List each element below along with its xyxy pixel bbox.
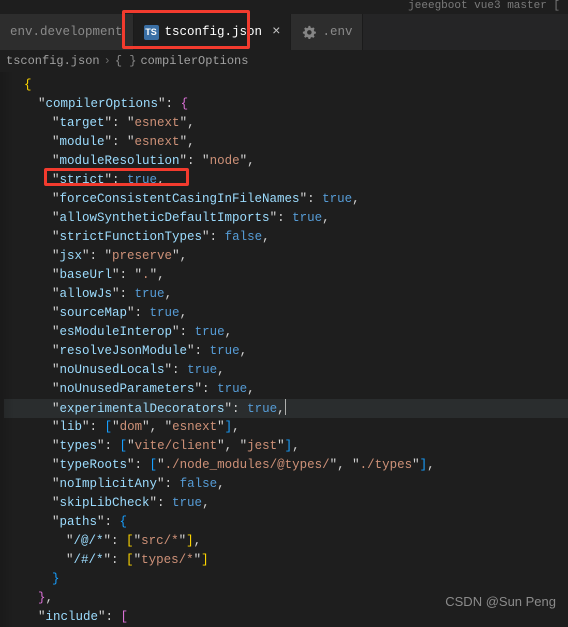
key-path-at: /@/*	[74, 534, 104, 548]
text-cursor	[285, 399, 286, 415]
tab-label: .env	[322, 25, 352, 39]
tab-label: env.development	[10, 25, 123, 39]
tab-env-development[interactable]: env.development	[0, 14, 134, 50]
key-paths: paths	[60, 515, 98, 529]
key-include: include	[46, 610, 99, 624]
key-types: types	[60, 439, 98, 453]
tab-env[interactable]: .env	[291, 14, 363, 50]
key-skipLibCheck: skipLibCheck	[60, 496, 150, 510]
key-jsx: jsx	[60, 249, 83, 263]
gear-icon	[301, 25, 316, 40]
tab-bar: env.development TS tsconfig.json × .env	[0, 14, 568, 50]
key-sourceMap: sourceMap	[60, 306, 128, 320]
breadcrumb-file: tsconfig.json	[6, 54, 100, 68]
key-module: module	[60, 135, 105, 149]
title-bar: jeeegboot vue3 master [	[0, 0, 568, 14]
tab-tsconfig[interactable]: TS tsconfig.json ×	[134, 14, 292, 50]
key-esModuleInterop: esModuleInterop	[60, 325, 173, 339]
key-experimentalDecorators: experimentalDecorators	[60, 402, 225, 416]
breadcrumb-section: compilerOptions	[140, 54, 248, 68]
key-allowSyntheticDefaultImports: allowSyntheticDefaultImports	[60, 211, 270, 225]
key-moduleResolution: moduleResolution	[60, 154, 180, 168]
chevron-right-icon: ›	[104, 54, 111, 68]
key-path-hash: /#/*	[74, 553, 104, 567]
key-strict: strict	[60, 173, 105, 187]
key-typeRoots: typeRoots	[60, 458, 128, 472]
key-compilerOptions: compilerOptions	[46, 97, 159, 111]
key-allowJs: allowJs	[60, 287, 113, 301]
key-noUnusedLocals: noUnusedLocals	[60, 363, 165, 377]
key-forceConsistentCasing: forceConsistentCasingInFileNames	[60, 192, 300, 206]
key-resolveJsonModule: resolveJsonModule	[60, 344, 188, 358]
close-icon[interactable]: ×	[272, 25, 280, 39]
watermark: CSDN @Sun Peng	[445, 594, 556, 609]
key-target: target	[60, 116, 105, 130]
key-noUnusedParameters: noUnusedParameters	[60, 382, 195, 396]
typescript-icon: TS	[144, 25, 159, 40]
key-noImplicitAny: noImplicitAny	[60, 477, 158, 491]
tab-label: tsconfig.json	[165, 25, 263, 39]
key-baseUrl: baseUrl	[60, 268, 113, 282]
key-strictFunctionTypes: strictFunctionTypes	[60, 230, 203, 244]
breadcrumb[interactable]: tsconfig.json › { } compilerOptions	[0, 50, 568, 72]
braces-icon: { }	[115, 54, 137, 68]
code-editor[interactable]: { "compilerOptions": { "target": "esnext…	[0, 72, 568, 627]
key-lib: lib	[60, 420, 83, 434]
